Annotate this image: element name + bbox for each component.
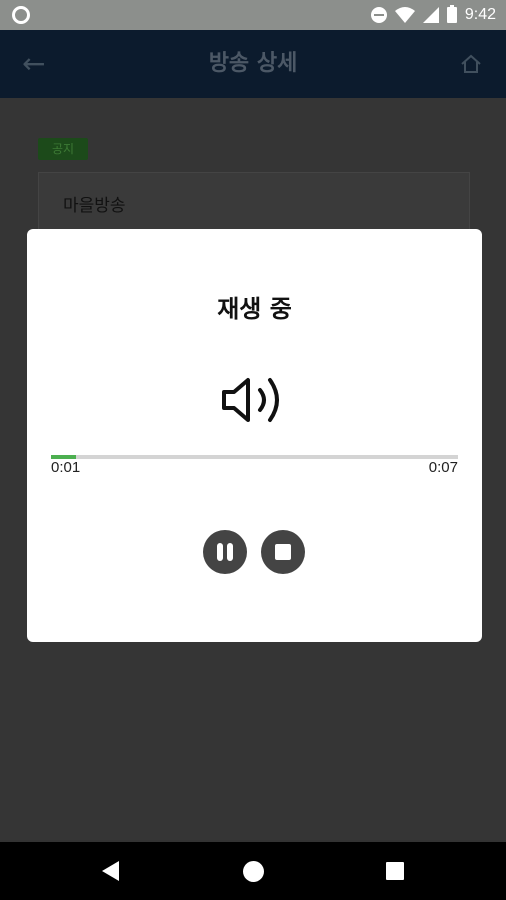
status-icons: 9:42	[370, 4, 496, 26]
speaker-icon	[222, 378, 279, 422]
nav-home-icon[interactable]	[243, 861, 264, 882]
signal-icon	[422, 7, 439, 23]
nav-recents-icon[interactable]	[386, 862, 404, 880]
wifi-icon	[394, 7, 415, 23]
notification-circle-icon	[12, 6, 30, 24]
pause-button[interactable]	[203, 530, 247, 574]
dialog-title: 재생 중	[217, 295, 292, 323]
status-bar: 9:42	[0, 0, 506, 30]
dnd-icon	[370, 7, 387, 23]
page-title: 방송 상세	[208, 51, 298, 76]
status-time: 9:42	[464, 6, 496, 23]
nav-back-icon[interactable]	[102, 861, 119, 881]
stop-icon	[275, 544, 291, 560]
progress-bar[interactable]	[51, 455, 458, 459]
card-title: 마을방송	[63, 196, 126, 216]
app-bar: ← 방송 상세	[0, 30, 506, 98]
category-badge: 공지	[38, 138, 88, 160]
current-time: 0:01	[51, 459, 81, 476]
playback-dialog: 재생 중 0:01 0:07	[27, 229, 482, 642]
stop-button[interactable]	[261, 530, 305, 574]
pause-icon	[217, 543, 223, 561]
total-time: 0:07	[428, 459, 458, 476]
system-nav-bar	[0, 842, 506, 900]
battery-icon	[446, 5, 457, 23]
home-icon[interactable]	[460, 54, 482, 74]
